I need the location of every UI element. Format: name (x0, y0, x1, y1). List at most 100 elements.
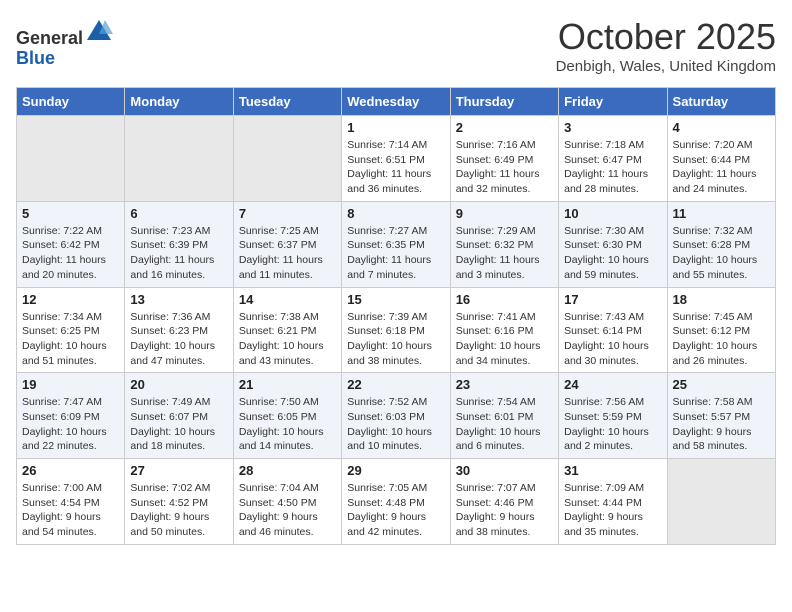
day-number: 22 (347, 377, 444, 392)
day-cell: 5 Sunrise: 7:22 AMSunset: 6:42 PMDaylight… (17, 201, 125, 287)
logo: General Blue (16, 16, 113, 69)
day-info: Sunrise: 7:39 AMSunset: 6:18 PMDaylight:… (347, 310, 444, 369)
day-info: Sunrise: 7:18 AMSunset: 6:47 PMDaylight:… (564, 138, 661, 197)
day-header-thursday: Thursday (450, 88, 558, 116)
day-cell: 15Sunrise: 7:39 AMSunset: 6:18 PMDayligh… (342, 287, 450, 373)
day-cell: 4 Sunrise: 7:20 AMSunset: 6:44 PMDaylight… (667, 116, 775, 202)
day-cell: 19 Sunrise: 7:47 AMSunset: 6:09 PMDayligh… (17, 373, 125, 459)
day-info: Sunrise: 7:14 AMSunset: 6:51 PMDaylight:… (347, 138, 444, 197)
day-info: Sunrise: 7:30 AMSunset: 6:30 PMDaylight:… (564, 224, 661, 283)
day-cell: 12 Sunrise: 7:34 AMSunset: 6:25 PMDayligh… (17, 287, 125, 373)
day-number: 18 (673, 292, 770, 307)
day-cell (17, 116, 125, 202)
day-cell: 20 Sunrise: 7:49 AMSunset: 6:07 PMDayligh… (125, 373, 233, 459)
day-cell: 7 Sunrise: 7:25 AMSunset: 6:37 PMDaylight… (233, 201, 341, 287)
day-info: Sunrise: 7:22 AMSunset: 6:42 PMDaylight:… (22, 224, 119, 283)
day-number: 30 (456, 463, 553, 478)
day-cell: 16Sunrise: 7:41 AMSunset: 6:16 PMDayligh… (450, 287, 558, 373)
day-info: Sunrise: 7:16 AMSunset: 6:49 PMDaylight:… (456, 138, 553, 197)
day-info: Sunrise: 7:56 AMSunset: 5:59 PMDaylight:… (564, 395, 661, 454)
day-number: 27 (130, 463, 227, 478)
day-number: 23 (456, 377, 553, 392)
day-info: Sunrise: 7:36 AMSunset: 6:23 PMDaylight:… (130, 310, 227, 369)
day-cell: 29 Sunrise: 7:05 AMSunset: 4:48 PMDayligh… (342, 459, 450, 545)
day-number: 3 (564, 120, 661, 135)
title-area: October 2025 Denbigh, Wales, United King… (556, 16, 776, 75)
day-number: 28 (239, 463, 336, 478)
week-row-5: 26Sunrise: 7:00 AMSunset: 4:54 PMDayligh… (17, 459, 776, 545)
day-number: 6 (130, 206, 227, 221)
logo-general-text: General (16, 28, 83, 48)
week-row-2: 5 Sunrise: 7:22 AMSunset: 6:42 PMDaylight… (17, 201, 776, 287)
day-info: Sunrise: 7:45 AMSunset: 6:12 PMDaylight:… (673, 310, 770, 369)
day-number: 10 (564, 206, 661, 221)
day-number: 31 (564, 463, 661, 478)
day-cell: 21 Sunrise: 7:50 AMSunset: 6:05 PMDayligh… (233, 373, 341, 459)
day-cell: 17Sunrise: 7:43 AMSunset: 6:14 PMDayligh… (559, 287, 667, 373)
day-number: 20 (130, 377, 227, 392)
day-cell: 23Sunrise: 7:54 AMSunset: 6:01 PMDayligh… (450, 373, 558, 459)
day-cell: 26Sunrise: 7:00 AMSunset: 4:54 PMDayligh… (17, 459, 125, 545)
day-info: Sunrise: 7:34 AMSunset: 6:25 PMDaylight:… (22, 310, 119, 369)
day-header-wednesday: Wednesday (342, 88, 450, 116)
day-number: 11 (673, 206, 770, 221)
day-cell (233, 116, 341, 202)
day-cell: 27Sunrise: 7:02 AMSunset: 4:52 PMDayligh… (125, 459, 233, 545)
day-info: Sunrise: 7:32 AMSunset: 6:28 PMDaylight:… (673, 224, 770, 283)
day-cell: 28Sunrise: 7:04 AMSunset: 4:50 PMDayligh… (233, 459, 341, 545)
day-cell: 3 Sunrise: 7:18 AMSunset: 6:47 PMDaylight… (559, 116, 667, 202)
day-cell: 13 Sunrise: 7:36 AMSunset: 6:23 PMDayligh… (125, 287, 233, 373)
day-info: Sunrise: 7:07 AMSunset: 4:46 PMDaylight:… (456, 481, 553, 540)
day-number: 5 (22, 206, 119, 221)
day-cell: 11 Sunrise: 7:32 AMSunset: 6:28 PMDayligh… (667, 201, 775, 287)
day-cell: 14 Sunrise: 7:38 AMSunset: 6:21 PMDayligh… (233, 287, 341, 373)
day-number: 4 (673, 120, 770, 135)
header-row: SundayMondayTuesdayWednesdayThursdayFrid… (17, 88, 776, 116)
day-number: 8 (347, 206, 444, 221)
month-title: October 2025 (556, 16, 776, 58)
day-info: Sunrise: 7:29 AMSunset: 6:32 PMDaylight:… (456, 224, 553, 283)
day-number: 24 (564, 377, 661, 392)
day-info: Sunrise: 7:09 AMSunset: 4:44 PMDaylight:… (564, 481, 661, 540)
day-header-friday: Friday (559, 88, 667, 116)
day-cell: 18 Sunrise: 7:45 AMSunset: 6:12 PMDayligh… (667, 287, 775, 373)
day-header-sunday: Sunday (17, 88, 125, 116)
day-number: 19 (22, 377, 119, 392)
day-info: Sunrise: 7:00 AMSunset: 4:54 PMDaylight:… (22, 481, 119, 540)
logo-blue-text: Blue (16, 48, 55, 68)
week-row-3: 12 Sunrise: 7:34 AMSunset: 6:25 PMDayligh… (17, 287, 776, 373)
day-cell: 10 Sunrise: 7:30 AMSunset: 6:30 PMDayligh… (559, 201, 667, 287)
day-cell: 8 Sunrise: 7:27 AMSunset: 6:35 PMDaylight… (342, 201, 450, 287)
day-cell: 25 Sunrise: 7:58 AMSunset: 5:57 PMDayligh… (667, 373, 775, 459)
day-cell (125, 116, 233, 202)
day-info: Sunrise: 7:23 AMSunset: 6:39 PMDaylight:… (130, 224, 227, 283)
day-info: Sunrise: 7:20 AMSunset: 6:44 PMDaylight:… (673, 138, 770, 197)
day-number: 14 (239, 292, 336, 307)
day-cell: 9 Sunrise: 7:29 AMSunset: 6:32 PMDaylight… (450, 201, 558, 287)
day-info: Sunrise: 7:27 AMSunset: 6:35 PMDaylight:… (347, 224, 444, 283)
day-info: Sunrise: 7:05 AMSunset: 4:48 PMDaylight:… (347, 481, 444, 540)
day-number: 21 (239, 377, 336, 392)
day-info: Sunrise: 7:41 AMSunset: 6:16 PMDaylight:… (456, 310, 553, 369)
day-info: Sunrise: 7:49 AMSunset: 6:07 PMDaylight:… (130, 395, 227, 454)
week-row-4: 19 Sunrise: 7:47 AMSunset: 6:09 PMDayligh… (17, 373, 776, 459)
day-number: 7 (239, 206, 336, 221)
day-number: 25 (673, 377, 770, 392)
day-header-tuesday: Tuesday (233, 88, 341, 116)
day-number: 29 (347, 463, 444, 478)
day-cell: 6 Sunrise: 7:23 AMSunset: 6:39 PMDaylight… (125, 201, 233, 287)
day-info: Sunrise: 7:25 AMSunset: 6:37 PMDaylight:… (239, 224, 336, 283)
day-number: 9 (456, 206, 553, 221)
day-header-monday: Monday (125, 88, 233, 116)
day-number: 13 (130, 292, 227, 307)
day-cell: 30 Sunrise: 7:07 AMSunset: 4:46 PMDayligh… (450, 459, 558, 545)
day-info: Sunrise: 7:43 AMSunset: 6:14 PMDaylight:… (564, 310, 661, 369)
day-cell: 31 Sunrise: 7:09 AMSunset: 4:44 PMDayligh… (559, 459, 667, 545)
day-info: Sunrise: 7:38 AMSunset: 6:21 PMDaylight:… (239, 310, 336, 369)
day-info: Sunrise: 7:47 AMSunset: 6:09 PMDaylight:… (22, 395, 119, 454)
day-cell: 24 Sunrise: 7:56 AMSunset: 5:59 PMDayligh… (559, 373, 667, 459)
day-info: Sunrise: 7:58 AMSunset: 5:57 PMDaylight:… (673, 395, 770, 454)
day-number: 12 (22, 292, 119, 307)
day-info: Sunrise: 7:50 AMSunset: 6:05 PMDaylight:… (239, 395, 336, 454)
day-info: Sunrise: 7:52 AMSunset: 6:03 PMDaylight:… (347, 395, 444, 454)
